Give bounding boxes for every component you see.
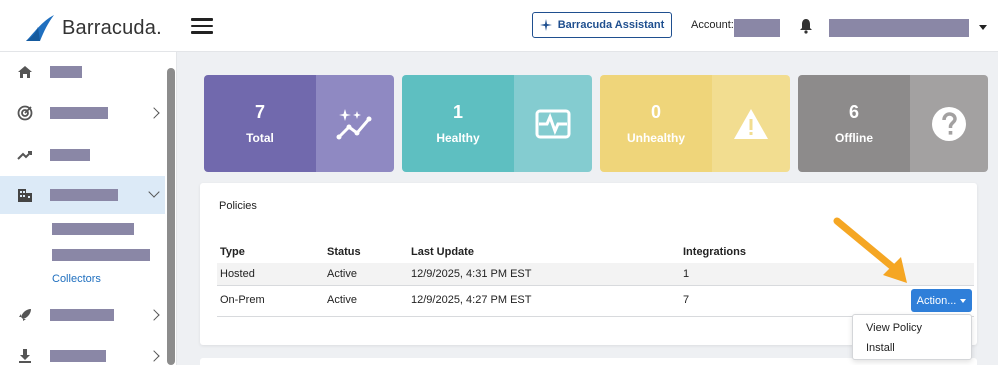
annotation-arrow-icon bbox=[833, 217, 907, 283]
cell-last-update: 12/9/2025, 4:27 PM EST bbox=[411, 294, 532, 306]
stat-card-total[interactable]: 7 Total bbox=[204, 75, 394, 172]
stat-card-offline[interactable]: 6 Offline bbox=[798, 75, 988, 172]
stat-count: 6 bbox=[848, 102, 859, 122]
cell-integrations: 1 bbox=[683, 268, 690, 280]
sidebar-item-3[interactable] bbox=[0, 137, 165, 173]
sidebar-label-redacted bbox=[50, 309, 114, 321]
sidebar-scrollbar[interactable] bbox=[167, 68, 175, 365]
account-label: Account: bbox=[691, 19, 734, 31]
sidebar-label-redacted bbox=[50, 189, 118, 201]
logo-text: Barracuda. bbox=[62, 16, 162, 39]
column-header-type[interactable]: Type bbox=[220, 246, 245, 258]
column-header-last-update[interactable]: Last Update bbox=[411, 246, 474, 258]
sidebar-label-redacted bbox=[50, 66, 82, 78]
menu-item-view-policy[interactable]: View Policy bbox=[866, 322, 922, 334]
sidebar-label-redacted bbox=[50, 107, 108, 119]
menu-item-install[interactable]: Install bbox=[866, 342, 895, 354]
caret-down-icon bbox=[960, 298, 967, 303]
chevron-right-icon bbox=[148, 107, 160, 119]
cell-integrations: 7 bbox=[683, 294, 690, 306]
stat-count: 7 bbox=[254, 102, 265, 122]
warning-icon bbox=[734, 108, 768, 139]
assistant-label: Barracuda Assistant bbox=[557, 19, 665, 31]
stat-count: 1 bbox=[452, 102, 463, 122]
question-icon bbox=[932, 106, 966, 141]
sidebar-item-5[interactable] bbox=[0, 297, 165, 333]
chevron-right-icon bbox=[148, 350, 160, 362]
cell-last-update: 12/9/2025, 4:31 PM EST bbox=[411, 268, 532, 280]
action-menu: View Policy Install bbox=[852, 314, 972, 360]
action-label: Action... bbox=[916, 294, 957, 307]
column-header-integrations[interactable]: Integrations bbox=[683, 246, 746, 258]
sidebar-subitem-redacted[interactable] bbox=[52, 223, 134, 235]
rocket-icon bbox=[19, 309, 31, 321]
cell-status: Active bbox=[327, 268, 357, 280]
sparkle-icon bbox=[539, 19, 552, 31]
sidebar-item-6[interactable] bbox=[0, 338, 165, 365]
user-menu-redacted[interactable] bbox=[829, 19, 969, 37]
sidebar: Collectors bbox=[0, 52, 177, 365]
trend-icon bbox=[17, 151, 32, 160]
sidebar-label-redacted bbox=[50, 149, 90, 161]
barracuda-assistant-button[interactable]: Barracuda Assistant bbox=[532, 12, 672, 38]
top-header: Barracuda. Barracuda Assistant Account: bbox=[0, 0, 998, 52]
home-icon bbox=[18, 66, 32, 78]
cell-type: Hosted bbox=[220, 268, 255, 280]
stat-label: Offline bbox=[835, 131, 873, 145]
cell-status: Active bbox=[327, 294, 357, 306]
stat-label: Unhealthy bbox=[626, 131, 685, 145]
stat-card-healthy[interactable]: 1 Healthy bbox=[402, 75, 592, 172]
chevron-down-icon bbox=[148, 186, 160, 198]
heartbeat-icon bbox=[535, 109, 571, 138]
stat-label: Healthy bbox=[436, 131, 480, 145]
barracuda-logo[interactable]: Barracuda. bbox=[24, 12, 162, 44]
account-value-redacted[interactable] bbox=[734, 19, 780, 37]
sidebar-item-active[interactable] bbox=[0, 176, 165, 214]
stat-count: 0 bbox=[650, 102, 661, 122]
sidebar-label-redacted bbox=[50, 350, 106, 362]
barracuda-logo-icon bbox=[26, 15, 54, 41]
stat-card-unhealthy[interactable]: 0 Unhealthy bbox=[600, 75, 790, 172]
sparkle-line-icon bbox=[336, 108, 372, 139]
bell-icon[interactable] bbox=[799, 18, 813, 34]
sidebar-item-home[interactable] bbox=[0, 54, 165, 90]
stat-label: Total bbox=[246, 131, 274, 145]
radar-icon bbox=[17, 105, 33, 121]
cell-type: On-Prem bbox=[220, 294, 265, 306]
sidebar-item-2[interactable] bbox=[0, 95, 165, 131]
sidebar-subitem-collectors[interactable]: Collectors bbox=[52, 273, 101, 285]
user-menu-caret-icon[interactable] bbox=[979, 25, 987, 30]
column-header-status[interactable]: Status bbox=[327, 246, 361, 258]
action-dropdown-button[interactable]: Action... bbox=[911, 289, 972, 312]
chevron-right-icon bbox=[148, 309, 160, 321]
menu-toggle-icon[interactable] bbox=[191, 18, 213, 34]
sidebar-subitem-redacted[interactable] bbox=[52, 249, 150, 261]
download-icon bbox=[19, 349, 31, 363]
panel-title: Policies bbox=[219, 200, 257, 212]
building-icon bbox=[18, 189, 32, 202]
